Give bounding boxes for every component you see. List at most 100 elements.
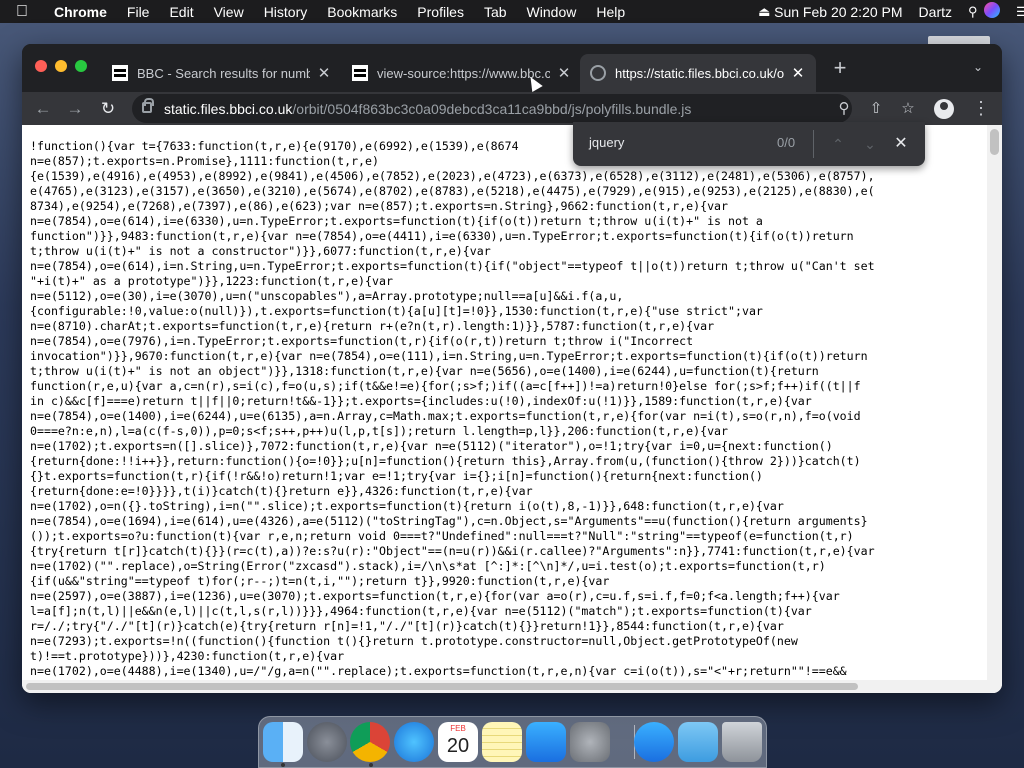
spotlight-search-icon[interactable]: ⚲ [960, 4, 978, 20]
downloads-folder-icon[interactable] [678, 722, 718, 762]
code-line: function(r,e,u){var a,c=n(r),s=i(c),f=o(… [30, 379, 861, 393]
code-line: e(4765),e(3123),e(3157),e(3650),e(3210),… [30, 184, 875, 198]
vertical-scrollbar[interactable] [987, 125, 1002, 680]
find-match-count: 0/0 [777, 135, 796, 150]
find-previous-icon[interactable]: ⌃ [828, 134, 848, 154]
apple-menu-icon[interactable]:  [0, 3, 44, 21]
menu-bar:  Chrome File Edit View History Bookmark… [0, 0, 1024, 23]
menu-bookmarks[interactable]: Bookmarks [317, 4, 407, 20]
back-button[interactable]: ← [31, 97, 55, 121]
calendar-month: FEB [450, 724, 466, 733]
code-line: n=e(5112),o=e(30),i=e(3070),u=n("unscopa… [30, 289, 624, 303]
horizontal-scrollbar[interactable] [22, 680, 1002, 693]
share-icon[interactable]: ⇧ [860, 94, 892, 123]
calendar-day: 20 [446, 735, 470, 757]
app-store-icon[interactable] [526, 722, 566, 762]
code-line: n=e(7293);t.exports=!n((function(){funct… [30, 634, 798, 648]
browser-toolbar: ← → ↻ static.files.bbci.co.uk/orbit/0504… [22, 92, 1002, 125]
menu-window[interactable]: Window [517, 4, 587, 20]
code-line: n=e(1702)("".replace),o=String(Error("zx… [30, 559, 826, 573]
window-fullscreen-button[interactable] [75, 60, 87, 72]
find-close-icon[interactable]: ✕ [891, 134, 911, 154]
tab-search-chevron-icon[interactable]: ⌄ [970, 60, 986, 76]
finder-icon[interactable] [263, 722, 303, 762]
source-code: !function(){var t={7633:function(t,r,e){… [30, 139, 985, 679]
menu-view[interactable]: View [204, 4, 254, 20]
address-bar[interactable]: static.files.bbci.co.uk/orbit/0504f863bc… [132, 94, 852, 123]
safari-icon[interactable] [394, 722, 434, 762]
window-minimize-button[interactable] [55, 60, 67, 72]
code-line: t)!==t.prototype}))},4230:function(t,r,e… [30, 649, 345, 663]
code-line: n=e(2597),o=e(3887),i=e(1236),u=e(3070);… [30, 589, 840, 603]
code-line: n=e(7854),o=e(614),i=n.String,u=n.TypeEr… [30, 259, 875, 273]
menu-history[interactable]: History [254, 4, 318, 20]
code-line: {return{done:!!i++}},return:function(){o… [30, 454, 861, 468]
eject-icon[interactable]: ⏏ [750, 4, 770, 20]
url-text[interactable]: static.files.bbci.co.uk/orbit/0504f863bc… [164, 101, 691, 117]
vertical-scroll-thumb[interactable] [990, 129, 999, 155]
tab-polyfills-active[interactable]: https://static.files.bbci.co.uk/or ✕ [580, 54, 816, 92]
tab-view-source[interactable]: view-source:https://www.bbc.c ✕ [342, 54, 582, 92]
tab-title: https://static.files.bbci.co.uk/or [615, 65, 784, 81]
chrome-menu-icon[interactable]: ⋮ [972, 96, 990, 120]
code-line: n=e(7854),o=e(1694),i=e(614),u=e(4326),a… [30, 514, 868, 528]
system-preferences-icon[interactable] [570, 722, 610, 762]
tab-close-icon[interactable]: ✕ [316, 64, 332, 82]
find-next-icon[interactable]: ⌄ [860, 134, 880, 154]
bbc-favicon-icon [112, 65, 128, 81]
trash-icon[interactable] [722, 722, 762, 762]
tab-bbc-search[interactable]: BBC - Search results for numbe ✕ [102, 54, 342, 92]
code-line: n=e(8710).charAt;t.exports=function(t,r,… [30, 319, 715, 333]
tab-strip: BBC - Search results for numbe ✕ view-so… [22, 44, 1002, 92]
tab-close-icon[interactable]: ✕ [556, 64, 572, 82]
code-line: n=e(7854),o=e(1400),i=e(6244),u=e(6135),… [30, 409, 861, 423]
tab-close-icon[interactable]: ✕ [790, 64, 806, 82]
menu-app-name[interactable]: Chrome [44, 4, 117, 20]
dock: FEB 20 [258, 716, 767, 768]
find-bar: jquery 0/0 ⌃ ⌄ ✕ [573, 122, 925, 166]
new-tab-button[interactable]: + [830, 57, 850, 79]
code-line: {return{done:e=!0}}}},t(i)}catch(t){}ret… [30, 484, 533, 498]
code-line: l=a[f];n(t,l)||e&&n(e,l)||c(t,l,s(r,l))}… [30, 604, 812, 618]
code-line: n=e(1702);t.exports=n([].slice)},7072:fu… [30, 439, 833, 453]
find-icon[interactable]: ⚲ [828, 94, 860, 123]
code-line: {if(u&&"string"==typeof t)for(;r--;)t=n(… [30, 574, 610, 588]
globe-icon [590, 65, 606, 81]
code-line: {e(1539),e(4916),e(4953),e(8992),e(9841)… [30, 169, 875, 183]
code-line: {try{return t[r]}catch(t){}}(r=c(t),a))?… [30, 544, 875, 558]
lock-icon[interactable] [142, 98, 154, 113]
code-line: r=/./;try{"/./"[t](r)}catch(e){try{retur… [30, 619, 784, 633]
notes-icon[interactable] [482, 722, 522, 762]
control-center-icon[interactable]: ☰ [1008, 4, 1024, 20]
chrome-icon[interactable] [350, 722, 390, 762]
menu-tab[interactable]: Tab [474, 4, 517, 20]
clock[interactable]: Sun Feb 20 2:20 PM [766, 4, 910, 20]
find-divider [813, 130, 814, 158]
bookmark-star-icon[interactable]: ☆ [892, 94, 924, 123]
url-path: /orbit/0504f863bc3c0a09debcd3ca11ca9bbd/… [292, 101, 692, 117]
find-input[interactable]: jquery [589, 135, 624, 150]
window-close-button[interactable] [35, 60, 47, 72]
menu-profiles[interactable]: Profiles [407, 4, 474, 20]
horizontal-scroll-thumb[interactable] [26, 683, 858, 690]
calendar-icon[interactable]: FEB 20 [438, 722, 478, 762]
code-line: n=e(1702),o=n({}.toString),i=n("".slice)… [30, 499, 784, 513]
code-line: t;throw u(i(t)+" is not a constructor")}… [30, 244, 491, 258]
code-line: 0===e?n:e,n),l=a(c(f-s,0)),p=0;s<f;s++,p… [30, 424, 729, 438]
bbc-favicon-icon [352, 65, 368, 81]
menu-help[interactable]: Help [586, 4, 635, 20]
code-line: n=e(7854),o=e(614),i=e(6330),u=n.TypeErr… [30, 214, 763, 228]
menu-file[interactable]: File [117, 4, 160, 20]
menu-edit[interactable]: Edit [159, 4, 203, 20]
siri-icon[interactable] [976, 2, 1008, 21]
code-line: "+i(t)+" as a prototype")}},1223:functio… [30, 274, 393, 288]
launchpad-icon[interactable] [307, 722, 347, 762]
forward-button[interactable]: → [63, 97, 87, 121]
page-content: !function(){var t={7633:function(t,r,e){… [22, 125, 1002, 693]
app-store-download-icon[interactable] [634, 722, 674, 762]
reload-button[interactable]: ↻ [96, 97, 120, 121]
user-name[interactable]: Dartz [911, 4, 960, 20]
code-line: t;throw u(i(t)+" is not an object")}},13… [30, 364, 819, 378]
profile-avatar[interactable] [934, 99, 954, 119]
tab-title: view-source:https://www.bbc.c [377, 65, 550, 81]
